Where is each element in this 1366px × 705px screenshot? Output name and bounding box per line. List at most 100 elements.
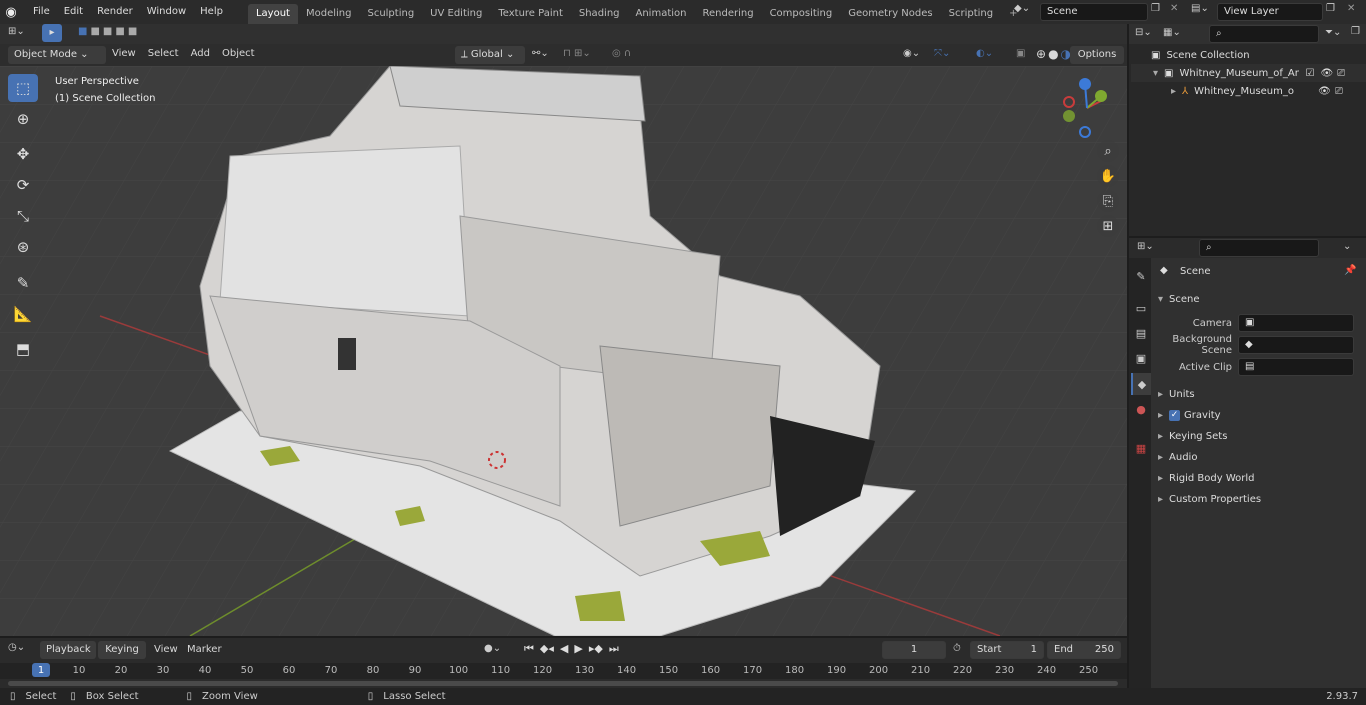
- camera-field[interactable]: ▣: [1238, 314, 1354, 332]
- annotate-tool-icon[interactable]: ✎: [8, 269, 38, 297]
- timeline-editor-icon[interactable]: ◷⌄: [8, 642, 25, 653]
- render-camera-icon[interactable]: ⎚: [1337, 68, 1345, 79]
- tab-geometry-nodes[interactable]: Geometry Nodes: [840, 4, 940, 24]
- properties-editor-icon[interactable]: ⊞⌄: [1137, 241, 1154, 252]
- move-tool-icon[interactable]: ✥: [8, 140, 38, 168]
- orientation-dropdown[interactable]: ⟂ Global ⌄: [455, 46, 525, 64]
- gizmo-icon[interactable]: ⤧⌄: [934, 48, 950, 59]
- outliner-editor-icon[interactable]: ⊟⌄: [1135, 27, 1152, 38]
- section-custom-properties[interactable]: ▸ Custom Properties: [1158, 490, 1261, 508]
- prev-keyframe-icon[interactable]: ◆◂: [540, 642, 554, 656]
- proportional-edit-icon[interactable]: ◎ ∩: [612, 48, 631, 59]
- outliner-row-collection[interactable]: ▾ ▣ Whitney_Museum_of_America ☑ 👁 ⎚: [1131, 64, 1366, 82]
- menu-render[interactable]: Render: [90, 0, 140, 24]
- jump-start-icon[interactable]: ⏮: [524, 642, 534, 656]
- world-tab-icon[interactable]: ●: [1131, 398, 1151, 420]
- xray-icon[interactable]: ▣: [1016, 48, 1025, 59]
- record-icon[interactable]: ●⌄: [484, 643, 501, 654]
- select-mode-icon[interactable]: ▸: [42, 24, 62, 42]
- new-view-layer-icon[interactable]: ❐: [1326, 3, 1335, 14]
- visibility-eye-icon[interactable]: 👁: [1320, 68, 1333, 79]
- overlay-icon[interactable]: ◐⌄: [976, 48, 993, 59]
- mode-extend-icon[interactable]: ■: [90, 26, 99, 37]
- viewport-menu-select[interactable]: Select: [148, 48, 179, 59]
- navigation-gizmo[interactable]: [1055, 76, 1119, 140]
- tab-layout[interactable]: Layout: [247, 4, 298, 24]
- editor-type-icon[interactable]: ⊞⌄: [8, 26, 25, 37]
- view-layer-field[interactable]: View Layer: [1217, 3, 1323, 21]
- menu-file[interactable]: File: [26, 0, 57, 24]
- tool-tab-icon[interactable]: ✎: [1131, 265, 1151, 287]
- viewport-menu-add[interactable]: Add: [191, 48, 210, 59]
- measure-tool-icon[interactable]: 📐: [8, 300, 38, 328]
- tab-texture-paint[interactable]: Texture Paint: [490, 4, 571, 24]
- play-reverse-icon[interactable]: ◀: [560, 642, 568, 656]
- timeline-marker-menu[interactable]: Marker: [187, 644, 222, 655]
- solid-shading-icon[interactable]: ●: [1048, 47, 1058, 61]
- pan-hand-icon[interactable]: ✋: [1097, 165, 1119, 187]
- active-clip-field[interactable]: ▤: [1238, 358, 1354, 376]
- 3d-viewport[interactable]: User Perspective (1) Scene Collection ⌕ …: [0, 66, 1127, 636]
- tab-compositing[interactable]: Compositing: [762, 4, 841, 24]
- scene-name-field[interactable]: Scene: [1040, 3, 1148, 21]
- section-scene-header[interactable]: ▾ Scene: [1158, 290, 1200, 308]
- section-rigid-body-world[interactable]: ▸ Rigid Body World: [1158, 469, 1255, 487]
- tab-scripting[interactable]: Scripting: [941, 4, 1001, 24]
- select-tool-icon[interactable]: ⬚: [8, 74, 38, 102]
- blender-logo-icon[interactable]: ◉: [0, 5, 22, 20]
- scene-tab-icon[interactable]: ◆: [1131, 373, 1151, 395]
- view-layer-tab-icon[interactable]: ▣: [1131, 347, 1151, 369]
- add-cube-tool-icon[interactable]: ⬒: [8, 335, 38, 363]
- transform-tool-icon[interactable]: ⊛: [8, 233, 38, 261]
- exclude-checkbox-icon[interactable]: ☑: [1305, 68, 1314, 79]
- rotate-tool-icon[interactable]: ⟳: [8, 171, 38, 199]
- start-frame-field[interactable]: Start 1: [970, 641, 1044, 659]
- output-tab-icon[interactable]: ▤: [1131, 322, 1151, 344]
- tab-rendering[interactable]: Rendering: [694, 4, 761, 24]
- next-keyframe-icon[interactable]: ▸◆: [589, 642, 603, 656]
- clock-icon[interactable]: ⏱: [953, 643, 961, 654]
- menu-help[interactable]: Help: [193, 0, 230, 24]
- pin-icon[interactable]: 📌: [1344, 265, 1356, 276]
- mode-subtract-icon[interactable]: ■: [103, 26, 112, 37]
- snap-icon[interactable]: ⊓ ⊞⌄: [563, 48, 591, 59]
- end-frame-field[interactable]: End 250: [1047, 641, 1121, 659]
- section-audio[interactable]: ▸ Audio: [1158, 448, 1197, 466]
- texture-tab-icon[interactable]: ▦: [1131, 437, 1151, 459]
- cursor-tool-icon[interactable]: ⊕: [8, 105, 38, 133]
- mode-invert-icon[interactable]: ■: [115, 26, 124, 37]
- properties-options-icon[interactable]: ⌄: [1343, 241, 1351, 252]
- outliner-search-input[interactable]: ⌕: [1209, 25, 1319, 43]
- zoom-icon[interactable]: ⌕: [1097, 140, 1119, 162]
- close-scene-icon[interactable]: ✕: [1170, 3, 1178, 14]
- visibility-icon[interactable]: ◉⌄: [903, 48, 920, 59]
- menu-window[interactable]: Window: [140, 0, 193, 24]
- wireframe-shading-icon[interactable]: ⊕: [1036, 47, 1046, 61]
- timeline-view-menu[interactable]: View: [154, 644, 178, 655]
- expand-arrow-icon[interactable]: ▸: [1171, 86, 1176, 97]
- mode-new-icon[interactable]: ■: [78, 26, 87, 37]
- view-layer-icon[interactable]: ▤⌄: [1191, 3, 1209, 14]
- section-units[interactable]: ▸ Units: [1158, 385, 1195, 403]
- menu-edit[interactable]: Edit: [57, 0, 90, 24]
- keying-menu[interactable]: Keying: [98, 641, 146, 659]
- new-scene-icon[interactable]: ❐: [1151, 3, 1167, 19]
- visibility-eye-icon[interactable]: 👁: [1318, 86, 1331, 97]
- properties-search-input[interactable]: ⌕: [1199, 239, 1319, 257]
- outliner-row-object[interactable]: ▸ ⅄ Whitney_Museum_of_Am 👁 ⎚: [1131, 82, 1366, 100]
- display-mode-icon[interactable]: ▦⌄: [1163, 27, 1181, 38]
- viewport-menu-view[interactable]: View: [112, 48, 136, 59]
- background-scene-field[interactable]: ◆: [1238, 336, 1354, 354]
- tab-sculpting[interactable]: Sculpting: [359, 4, 422, 24]
- select-box-modes[interactable]: ■ ■ ■ ■ ■: [78, 26, 137, 37]
- options-button[interactable]: Options: [1070, 46, 1124, 64]
- render-camera-icon[interactable]: ⎚: [1335, 86, 1343, 97]
- section-gravity[interactable]: ▸ ✓ Gravity: [1158, 406, 1221, 424]
- timeline-scrollbar[interactable]: [8, 681, 1118, 686]
- tab-uv-editing[interactable]: UV Editing: [422, 4, 490, 24]
- object-mode-dropdown[interactable]: Object Mode ⌄: [8, 46, 106, 64]
- close-view-layer-icon[interactable]: ✕: [1347, 3, 1355, 14]
- scene-icon[interactable]: ◆⌄: [1014, 3, 1030, 14]
- camera-view-icon[interactable]: ⎘: [1097, 190, 1119, 212]
- pivot-icon[interactable]: ⚯⌄: [532, 48, 549, 59]
